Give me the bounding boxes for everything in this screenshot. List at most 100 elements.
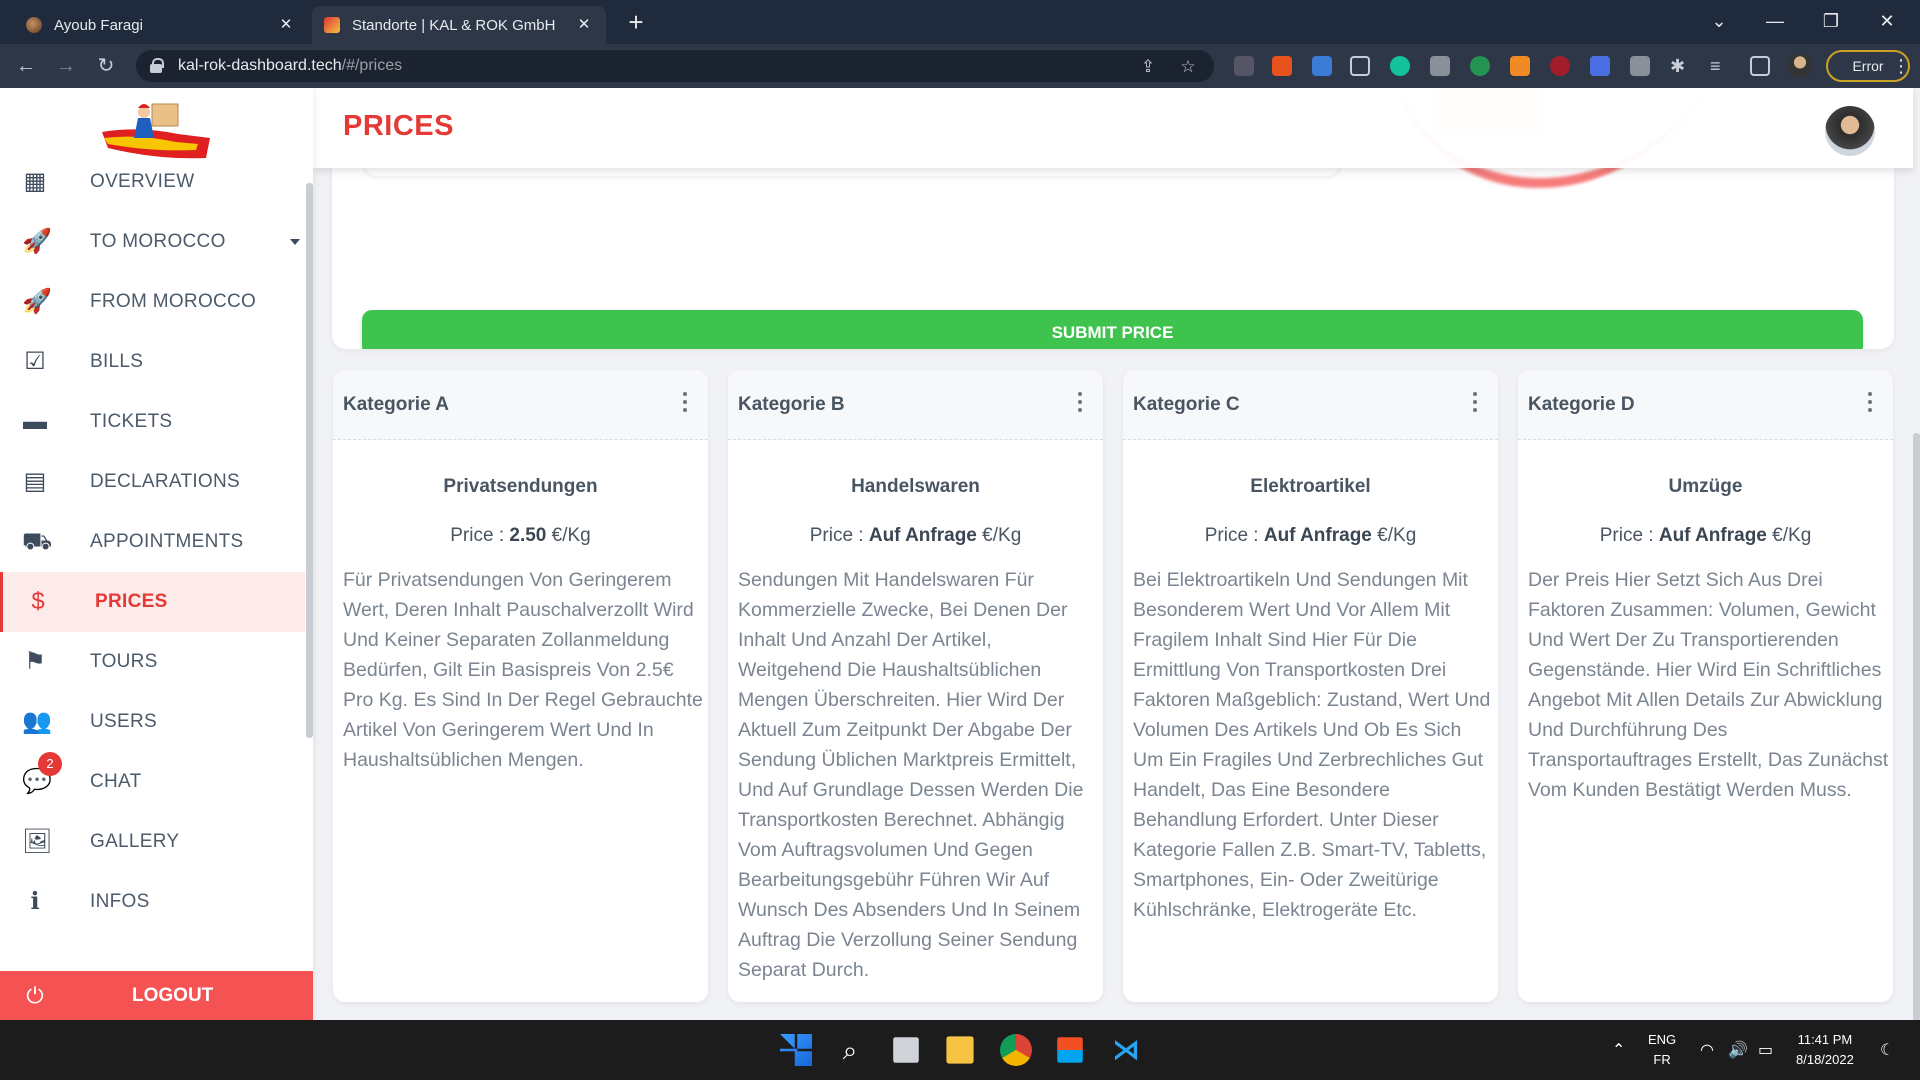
tab-favicon bbox=[324, 17, 340, 33]
clock[interactable]: 11:41 PM 8/18/2022 bbox=[1796, 1030, 1854, 1070]
category-description: Für Privatsendungen Von Geringerem Wert,… bbox=[343, 569, 703, 771]
category-title: Privatsendungen bbox=[443, 476, 598, 497]
price-unit: €/Kg bbox=[1371, 525, 1417, 546]
extension-blue-icon[interactable] bbox=[1590, 56, 1610, 76]
extension-off-icon[interactable] bbox=[1272, 56, 1292, 76]
extension-orange-icon[interactable] bbox=[1510, 56, 1530, 76]
address-bar[interactable]: kal-rok-dashboard.tech/#/prices ⇪ ☆ bbox=[136, 50, 1214, 82]
volume-icon[interactable]: 🔊 bbox=[1728, 1040, 1748, 1060]
page-content: SUBMIT PRICE Kategorie A Privatsendungen… bbox=[0, 88, 1920, 1020]
sidebar-item-label: OVERVIEW bbox=[90, 171, 195, 192]
sidebar-item-overview[interactable]: ▦ OVERVIEW bbox=[0, 152, 305, 212]
battery-icon[interactable]: ▭ bbox=[1758, 1040, 1773, 1060]
reload-icon[interactable]: ↻ bbox=[92, 52, 120, 80]
price-value: 2.50 bbox=[509, 525, 547, 546]
back-icon[interactable]: ← bbox=[12, 52, 40, 80]
browser-tab-ayoub[interactable]: Ayoub Faragi ✕ bbox=[14, 6, 308, 44]
sidebar-item-label: DECLARATIONS bbox=[90, 471, 240, 492]
lock-icon[interactable] bbox=[150, 58, 164, 73]
sidebar-item-infos[interactable]: ℹ INFOS bbox=[0, 872, 305, 932]
close-tab-icon[interactable]: ✕ bbox=[574, 15, 594, 35]
category-description: Bei Elektroartikeln Und Sendungen Mit Be… bbox=[1133, 569, 1491, 921]
category-card-d: Kategorie D Umzüge Price : Auf Anfrage €… bbox=[1518, 370, 1893, 1002]
price-value: Auf Anfrage bbox=[1263, 525, 1372, 546]
react-devtools-icon[interactable] bbox=[1470, 56, 1490, 76]
price-unit: €/Kg bbox=[976, 525, 1022, 546]
sidebar-item-gallery[interactable]: 🖼 GALLERY bbox=[0, 812, 305, 872]
file-icon: ▤ bbox=[23, 468, 47, 495]
sidebar-item-from-morocco[interactable]: 🚀 FROM MOROCCO bbox=[0, 272, 305, 332]
category-description: Sendungen Mit Handelswaren Für Kommerzie… bbox=[738, 569, 1084, 981]
search-icon[interactable]: ⌕ bbox=[834, 1034, 866, 1066]
sidebar-item-label: CHAT bbox=[90, 771, 142, 792]
category-title: Umzüge bbox=[1668, 476, 1743, 497]
file-explorer-icon[interactable] bbox=[946, 1036, 974, 1064]
extension-grid-icon[interactable] bbox=[1312, 56, 1332, 76]
url-host: kal-rok-dashboard.tech bbox=[178, 57, 342, 74]
submit-price-button[interactable]: SUBMIT PRICE bbox=[362, 310, 1863, 349]
price-value: Auf Anfrage bbox=[1658, 525, 1767, 546]
main-scrollbar[interactable] bbox=[1913, 433, 1920, 1020]
extension-screenshot-icon[interactable] bbox=[1350, 56, 1370, 76]
media-control-icon[interactable]: ≡ bbox=[1710, 56, 1730, 76]
caret-down-icon[interactable] bbox=[290, 239, 300, 245]
minimize-button[interactable]: — bbox=[1752, 6, 1798, 36]
sidebar-item-prices[interactable]: $ PRICES bbox=[0, 572, 305, 632]
price-prefix: Price : bbox=[1599, 525, 1659, 546]
sidebar-item-declarations[interactable]: ▤ DECLARATIONS bbox=[0, 452, 305, 512]
logout-button[interactable]: ⏻ LOGOUT bbox=[0, 971, 313, 1020]
bookmark-star-icon[interactable]: ☆ bbox=[1178, 57, 1198, 77]
price-prefix: Price : bbox=[450, 525, 510, 546]
task-view-icon[interactable] bbox=[893, 1037, 919, 1063]
wifi-icon[interactable]: ◠ bbox=[1700, 1040, 1714, 1060]
new-tab-button[interactable]: + bbox=[622, 8, 650, 36]
extensions-puzzle-icon[interactable]: ✱ bbox=[1670, 56, 1690, 76]
language-indicator[interactable]: ENG FR bbox=[1648, 1030, 1676, 1070]
profile-avatar-icon[interactable] bbox=[1788, 54, 1812, 78]
price-prefix: Price : bbox=[1204, 525, 1264, 546]
sidebar-item-tickets[interactable]: ▬ TICKETS bbox=[0, 392, 305, 452]
ublock-icon[interactable] bbox=[1550, 56, 1570, 76]
chevron-up-icon[interactable]: ⌃ bbox=[1612, 1040, 1625, 1060]
share-icon[interactable]: ⇪ bbox=[1138, 57, 1158, 77]
clock-time: 11:41 PM bbox=[1797, 1032, 1853, 1047]
shield-icon[interactable] bbox=[1630, 56, 1650, 76]
sidebar-item-label: INFOS bbox=[90, 891, 150, 912]
info-icon: ℹ bbox=[30, 888, 40, 915]
sidebar-item-appointments[interactable]: ⛟ APPOINTMENTS bbox=[0, 512, 305, 572]
user-avatar[interactable] bbox=[1825, 106, 1875, 156]
tab-search-icon[interactable]: ⌄ bbox=[1696, 6, 1742, 36]
sidebar-item-chat[interactable]: 💬 2 CHAT bbox=[0, 752, 305, 812]
vscode-icon[interactable]: ⋊ bbox=[1110, 1034, 1142, 1066]
restore-button[interactable]: ❐ bbox=[1808, 6, 1854, 36]
unread-badge: 2 bbox=[38, 752, 62, 776]
store-icon[interactable] bbox=[1057, 1037, 1083, 1063]
tab-title: Ayoub Faragi bbox=[54, 16, 143, 34]
sidebar-item-tours[interactable]: ⚑ TOURS bbox=[0, 632, 305, 692]
browser-tab-bar: Ayoub Faragi ✕ Standorte | KAL & ROK Gmb… bbox=[0, 0, 1920, 44]
side-panel-icon[interactable] bbox=[1750, 56, 1770, 76]
chrome-taskbar-icon[interactable] bbox=[1000, 1034, 1032, 1066]
grammarly-icon[interactable] bbox=[1390, 56, 1410, 76]
sidebar-item-users[interactable]: 👥 USERS bbox=[0, 692, 305, 752]
start-icon[interactable] bbox=[780, 1034, 812, 1066]
card-menu-icon[interactable] bbox=[682, 392, 688, 414]
chrome-menu-icon[interactable]: ⋮ bbox=[1892, 56, 1910, 77]
category-card-a: Kategorie A Privatsendungen Price : 2.50… bbox=[333, 370, 708, 1002]
sidebar-item-bills[interactable]: ☑ BILLS bbox=[0, 332, 305, 392]
sidebar-scrollbar[interactable] bbox=[306, 183, 313, 738]
extension-pen-icon[interactable] bbox=[1234, 56, 1254, 76]
notification-icon[interactable]: ☾ bbox=[1880, 1040, 1894, 1060]
card-menu-icon[interactable] bbox=[1077, 392, 1083, 414]
sidebar-item-to-morocco[interactable]: 🚀 TO MOROCCO bbox=[0, 212, 305, 272]
close-tab-icon[interactable]: ✕ bbox=[276, 15, 296, 35]
browser-tab-standorte[interactable]: Standorte | KAL & ROK GmbH ✕ bbox=[312, 6, 606, 44]
forward-icon[interactable]: → bbox=[52, 52, 80, 80]
close-window-button[interactable]: ✕ bbox=[1864, 6, 1910, 36]
clock-date: 8/18/2022 bbox=[1796, 1052, 1854, 1067]
card-menu-icon[interactable] bbox=[1472, 392, 1478, 414]
image-icon: 🖼 bbox=[22, 828, 53, 855]
camera-icon[interactable] bbox=[1430, 56, 1450, 76]
card-menu-icon[interactable] bbox=[1867, 392, 1873, 414]
category-price: Price : Auf Anfrage €/Kg bbox=[728, 525, 1103, 547]
